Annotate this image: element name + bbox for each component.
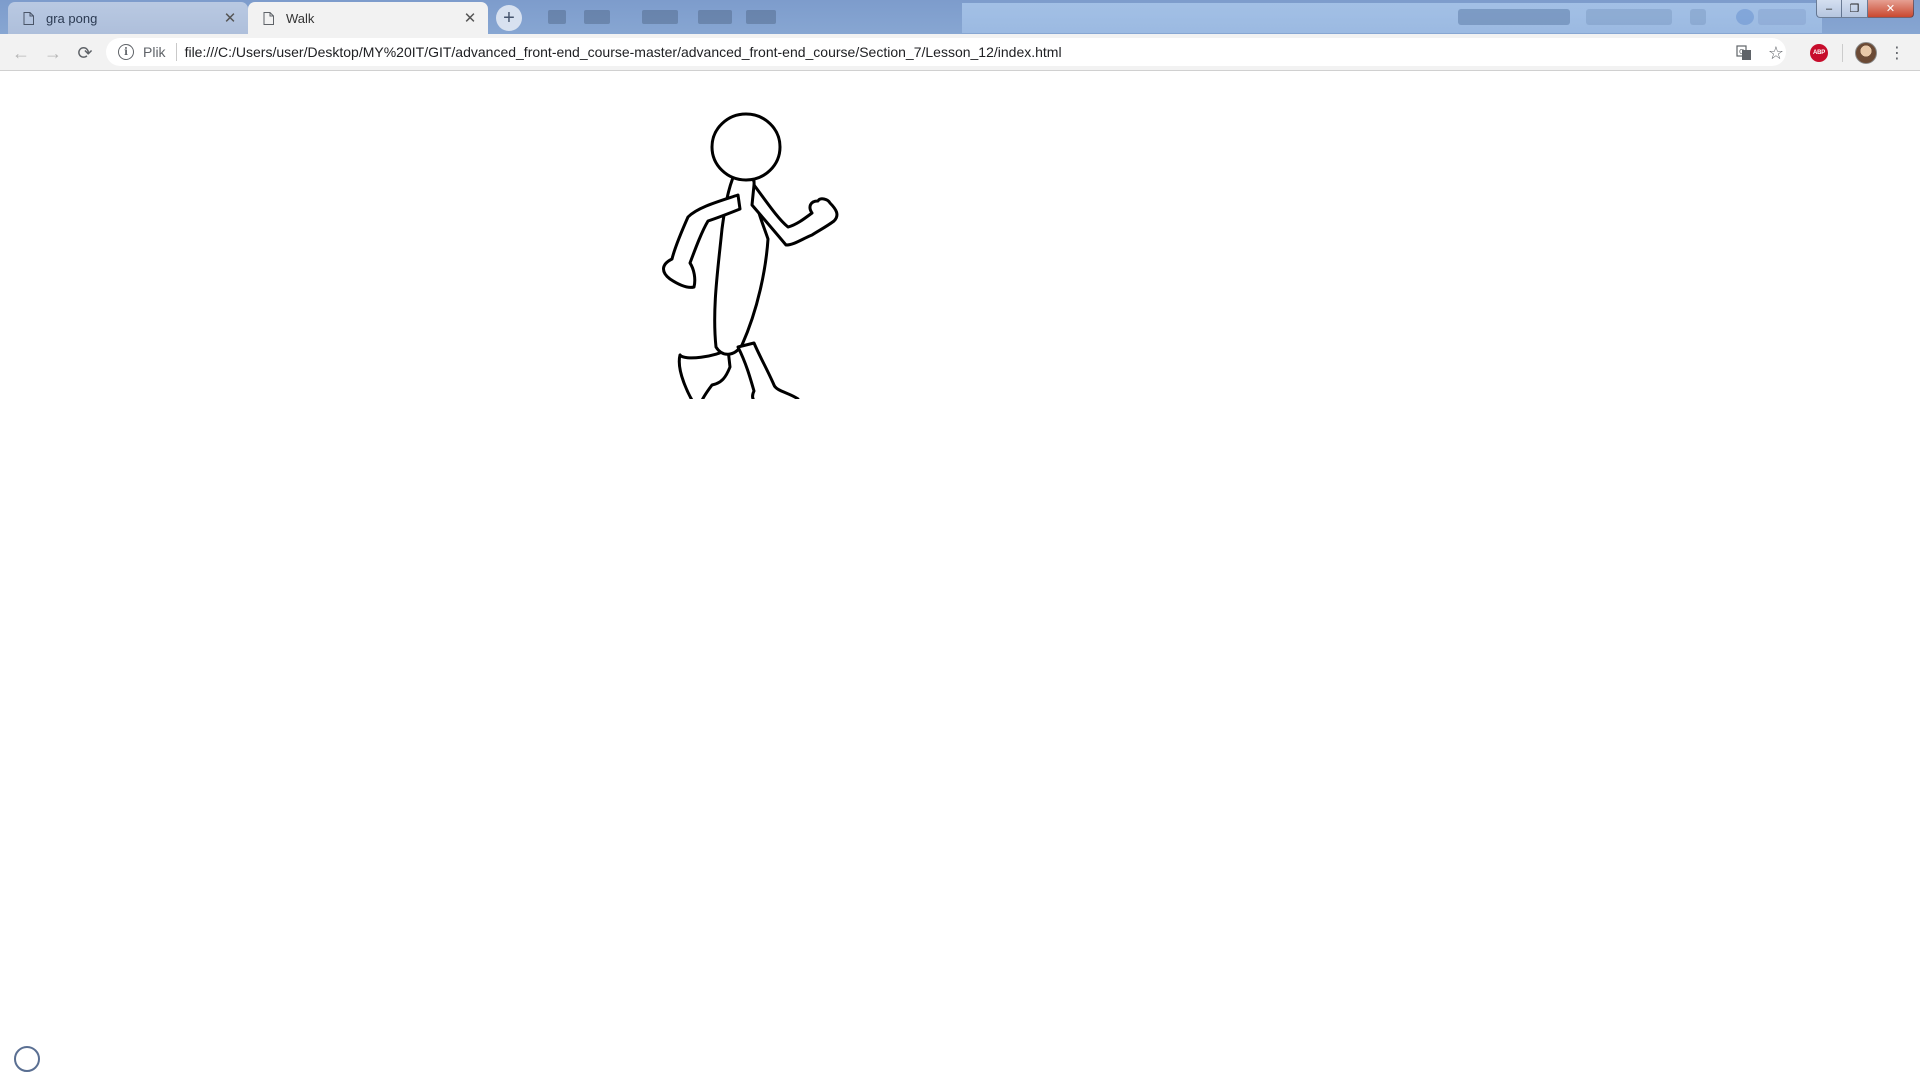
page-icon <box>20 10 36 26</box>
bookmark-star-icon[interactable]: ☆ <box>1763 40 1789 66</box>
address-bar[interactable]: i Plik file:///C:/Users/user/Desktop/MY%… <box>106 38 1786 66</box>
forward-arrow-icon: → <box>44 42 62 63</box>
browser-menu-button[interactable]: ⋮ <box>1884 40 1910 66</box>
maximize-button[interactable]: ❐ <box>1842 0 1868 18</box>
page-icon <box>260 10 276 26</box>
extension-badge-text: ABP <box>1812 50 1826 56</box>
url-text[interactable]: file:///C:/Users/user/Desktop/MY%20IT/GI… <box>185 44 1062 60</box>
tab-walk[interactable]: Walk ✕ <box>248 2 488 34</box>
divider <box>1842 44 1843 62</box>
close-icon[interactable]: ✕ <box>460 8 480 28</box>
reload-button[interactable]: ⟳ <box>72 40 98 66</box>
background-blur-shape <box>1586 9 1672 25</box>
adblock-plus-icon[interactable]: ABP <box>1810 44 1828 62</box>
back-arrow-icon: ← <box>12 42 30 63</box>
divider <box>175 43 177 61</box>
background-blur-shape <box>584 10 610 24</box>
background-blur-shape <box>1758 9 1806 25</box>
minimize-button[interactable]: – <box>1816 0 1842 18</box>
background-blur-shape <box>698 10 732 24</box>
tab-title: Walk <box>286 10 315 26</box>
background-blur-shape <box>1458 9 1570 25</box>
back-button[interactable]: ← <box>8 40 34 66</box>
security-chip[interactable]: Plik <box>143 44 166 60</box>
page-viewport <box>0 71 1920 1072</box>
star-glyph: ☆ <box>1767 42 1785 63</box>
info-icon[interactable]: i <box>118 44 134 60</box>
forward-button[interactable]: → <box>40 40 66 66</box>
kebab-menu-icon: ⋮ <box>1889 45 1905 62</box>
background-blur-shape <box>1690 9 1706 25</box>
profile-avatar[interactable] <box>1855 42 1877 64</box>
translate-icon[interactable]: G <box>1731 40 1757 66</box>
close-window-button[interactable]: ✕ <box>1868 0 1914 18</box>
tab-title: gra pong <box>46 10 98 26</box>
close-icon[interactable]: ✕ <box>220 8 240 28</box>
background-blur-shape <box>746 10 776 24</box>
new-tab-button[interactable]: + <box>496 5 522 31</box>
window-controls: – ❐ ✕ <box>1816 0 1914 18</box>
svg-text:G: G <box>1739 48 1744 56</box>
walking-stick-figure <box>662 112 839 399</box>
plus-icon: + <box>503 7 515 29</box>
browser-toolbar: ← → ⟳ i Plik file:///C:/Users/user/Deskt… <box>0 34 1920 71</box>
tab-gra-pong[interactable]: gra pong ✕ <box>8 2 248 34</box>
browser-titlebar: gra pong ✕ Walk ✕ + – ❐ ✕ <box>0 0 1920 34</box>
background-blur-shape <box>642 10 678 24</box>
reload-icon: ⟳ <box>77 42 93 63</box>
background-blur-shape <box>1736 9 1754 25</box>
background-blur-shape <box>548 10 566 24</box>
